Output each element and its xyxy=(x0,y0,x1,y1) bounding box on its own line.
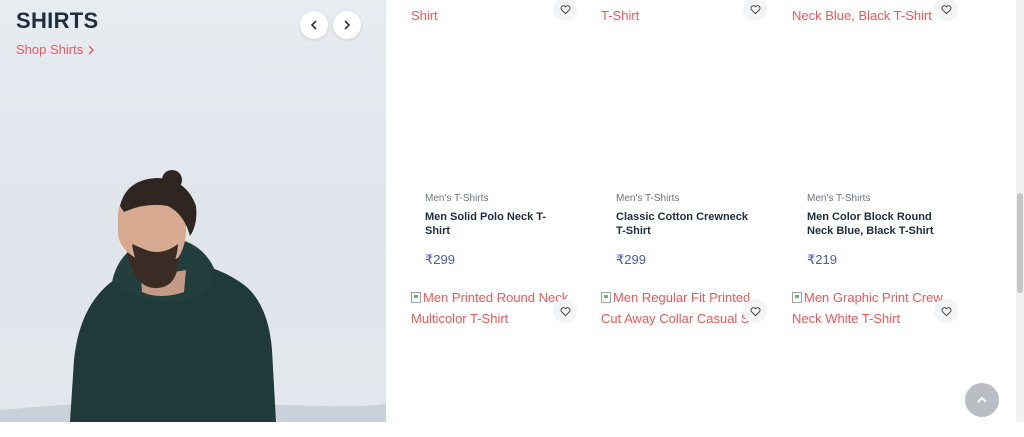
product-name[interactable]: Classic Cotton Crewneck T-Shirt xyxy=(616,210,776,238)
chevron-up-icon xyxy=(977,396,987,403)
heart-icon xyxy=(941,306,951,316)
product-price: ₹299 xyxy=(616,252,646,267)
page-scrollbar[interactable] xyxy=(1016,0,1024,422)
heart-icon xyxy=(560,4,570,14)
product-name[interactable]: Men Solid Polo Neck T- Shirt xyxy=(425,210,585,238)
banner-model-image xyxy=(0,170,386,422)
wishlist-button[interactable] xyxy=(553,299,577,323)
product-info: Men's T-Shirts Men Solid Polo Neck T- Sh… xyxy=(425,193,585,268)
product-name[interactable]: Men Color Block Round Neck Blue, Black T… xyxy=(807,210,967,238)
banner-title: SHIRTS xyxy=(16,8,99,33)
wishlist-button[interactable] xyxy=(743,299,767,323)
scroll-to-top-button[interactable] xyxy=(965,383,999,417)
chevron-right-icon xyxy=(344,20,351,30)
product-image-alt[interactable]: Men Regular Fit Printed Cut Away Collar … xyxy=(601,287,766,329)
carousel-next-button[interactable] xyxy=(333,11,361,39)
product-card[interactable]: T-Shirt xyxy=(601,0,783,150)
product-image-alt[interactable]: Men Graphic Print Crew Neck White T-Shir… xyxy=(792,287,947,329)
heart-icon xyxy=(750,306,760,316)
product-category: Men's T-Shirts xyxy=(425,193,489,204)
product-price: ₹299 xyxy=(425,252,455,267)
chevron-left-icon xyxy=(310,20,317,30)
shop-shirts-link[interactable]: Shop Shirts xyxy=(16,42,95,57)
chevron-right-icon xyxy=(88,45,95,54)
product-category: Men's T-Shirts xyxy=(616,193,680,204)
wishlist-button[interactable] xyxy=(934,299,958,323)
category-banner: SHIRTS Shop Shirts xyxy=(0,0,386,422)
broken-image-icon xyxy=(601,292,611,303)
broken-image-icon xyxy=(792,292,802,303)
product-card[interactable]: Shirt xyxy=(411,0,593,150)
product-card[interactable]: Neck Blue, Black T-Shirt xyxy=(792,0,974,150)
heart-icon xyxy=(560,306,570,316)
product-category: Men's T-Shirts xyxy=(807,193,871,204)
product-info: Men's T-Shirts Classic Cotton Crewneck T… xyxy=(616,193,776,268)
broken-image-icon xyxy=(411,292,421,303)
shop-shirts-label: Shop Shirts xyxy=(16,42,84,57)
product-image-alt[interactable]: Men Printed Round Neck Multicolor T-Shir… xyxy=(411,287,571,329)
heart-icon xyxy=(941,4,951,14)
product-price: ₹219 xyxy=(807,252,837,267)
heart-icon xyxy=(750,4,760,14)
carousel-prev-button[interactable] xyxy=(300,11,328,39)
scrollbar-thumb[interactable] xyxy=(1017,193,1023,293)
product-info: Men's T-Shirts Men Color Block Round Nec… xyxy=(807,193,967,268)
